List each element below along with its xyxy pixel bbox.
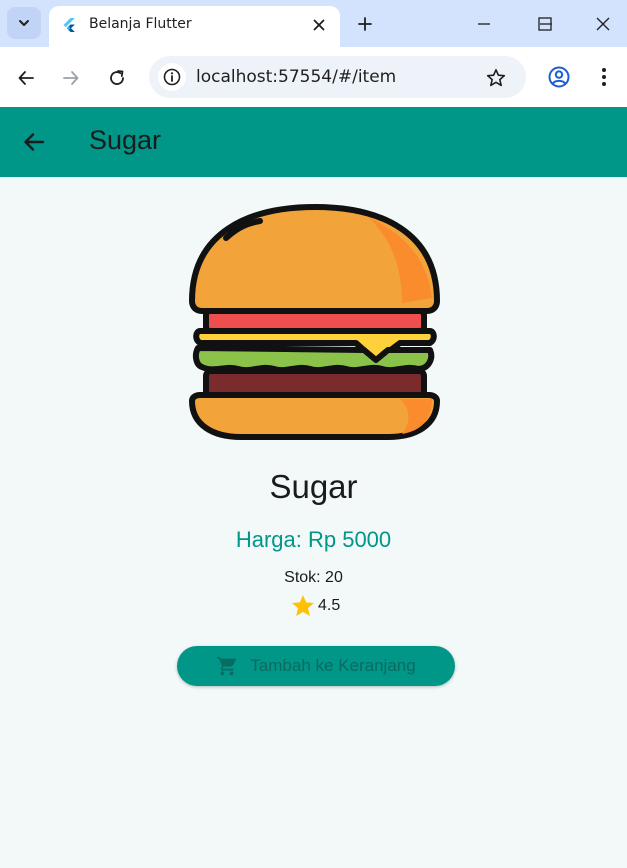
tab-close-button[interactable] xyxy=(308,14,330,36)
reload-button[interactable] xyxy=(103,64,131,92)
add-to-cart-button[interactable]: Tambah ke Keranjang xyxy=(177,646,455,686)
back-button[interactable] xyxy=(12,64,40,92)
profile-button[interactable] xyxy=(546,64,572,90)
more-vertical-icon xyxy=(602,68,606,86)
plus-icon xyxy=(358,17,372,31)
shopping-cart-icon xyxy=(217,656,237,676)
star-outline-icon xyxy=(486,69,506,87)
page-title: Sugar xyxy=(89,125,162,155)
close-icon xyxy=(596,17,610,31)
window-close-button[interactable] xyxy=(588,10,618,38)
app-bar: Sugar xyxy=(0,107,627,177)
maximize-button-icon-wrap[interactable] xyxy=(530,10,560,38)
bookmark-button[interactable] xyxy=(483,65,509,91)
forward-button[interactable] xyxy=(57,64,85,92)
tab-title: Belanja Flutter xyxy=(89,16,192,32)
tab-search-button[interactable] xyxy=(7,7,41,39)
burger-image xyxy=(188,203,441,440)
browser-tab[interactable]: Belanja Flutter xyxy=(49,6,340,47)
arrow-right-icon xyxy=(63,71,79,85)
arrow-back-icon xyxy=(24,133,45,151)
arrow-left-icon xyxy=(18,71,34,85)
add-to-cart-label: Tambah ke Keranjang xyxy=(250,656,416,675)
product-stock: Stok: 20 xyxy=(284,569,343,586)
reload-icon xyxy=(110,70,124,85)
product-rating: 4.5 xyxy=(290,591,340,621)
star-icon xyxy=(291,594,315,616)
new-tab-button[interactable] xyxy=(353,12,377,36)
site-info-button[interactable] xyxy=(158,63,186,91)
minimize-button-wrap[interactable] xyxy=(469,10,499,38)
product-detail: Sugar Harga: Rp 5000 Stok: 20 4.5 Tambah… xyxy=(0,177,627,868)
minimize-icon xyxy=(478,23,490,25)
info-icon xyxy=(163,68,181,86)
product-name: Sugar xyxy=(269,468,358,505)
close-icon xyxy=(313,19,325,31)
app-back-button[interactable] xyxy=(20,128,48,156)
url-text[interactable]: localhost:57554/#/item xyxy=(196,67,396,87)
flutter-logo-icon xyxy=(63,18,75,32)
browser-menu-button[interactable] xyxy=(593,64,615,90)
address-bar[interactable]: localhost:57554/#/item xyxy=(149,56,526,98)
browser-toolbar: localhost:57554/#/item xyxy=(0,47,627,107)
product-price: Harga: Rp 5000 xyxy=(235,527,392,552)
chevron-down-icon xyxy=(19,20,29,26)
maximize-icon xyxy=(538,17,552,31)
account-circle-icon xyxy=(548,66,570,88)
rating-value: 4.5 xyxy=(318,597,341,614)
